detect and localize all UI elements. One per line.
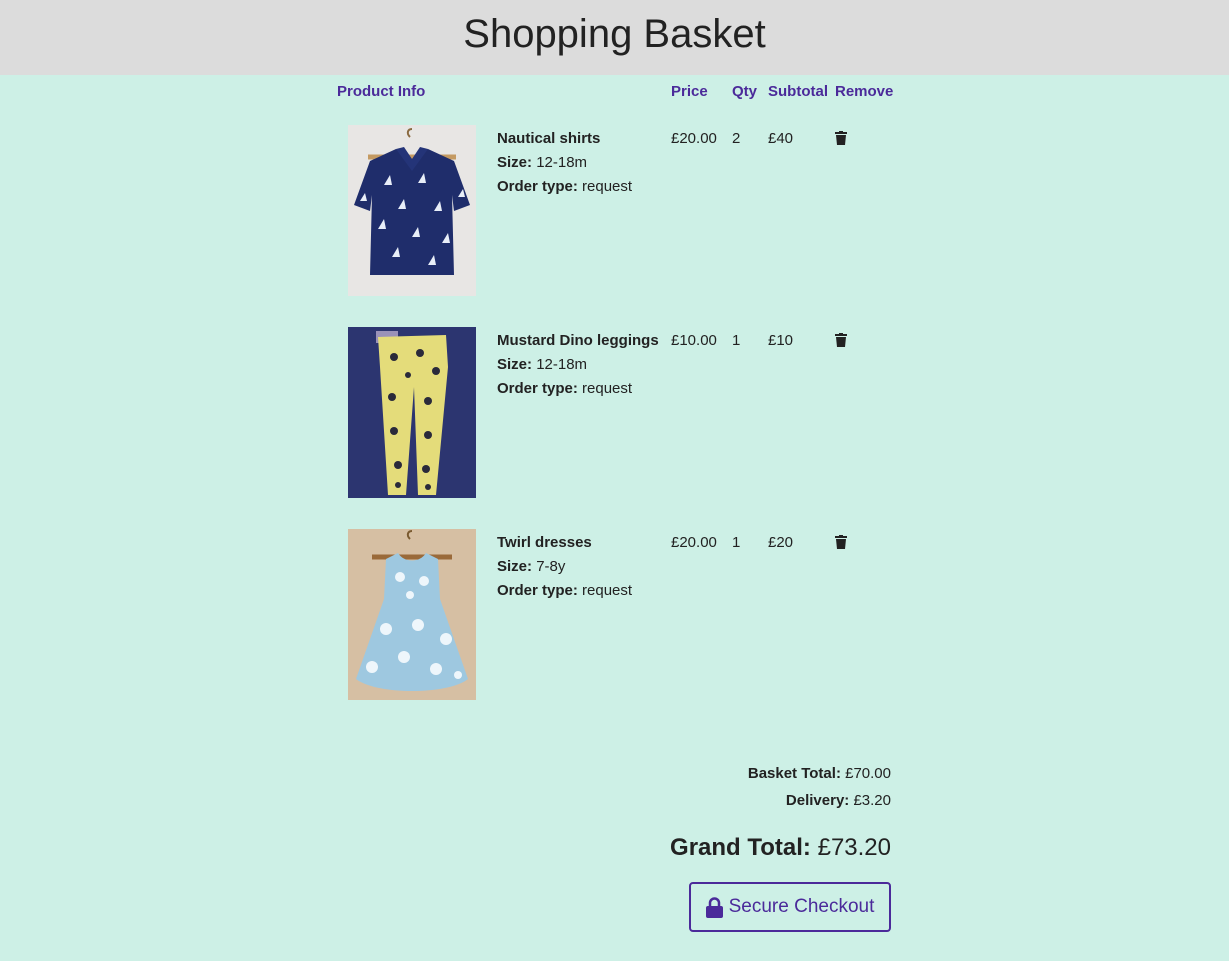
product-name[interactable]: Nautical shirts — [497, 127, 632, 151]
size-label: Size: — [497, 356, 533, 373]
order-type-label: Order type: — [497, 582, 578, 599]
product-name[interactable]: Mustard Dino leggings — [497, 329, 659, 353]
basket-row: Nautical shirts Size: 12-18m Order type:… — [348, 125, 908, 297]
delivery-label: Delivery: — [785, 792, 850, 809]
product-image[interactable] — [348, 125, 476, 296]
blue-star-twirl-dress-photo — [348, 529, 476, 700]
product-size: Size: 12-18m — [497, 151, 632, 175]
order-type-label: Order type: — [497, 178, 578, 195]
delivery-total: Delivery: £3.20 — [786, 792, 891, 809]
basket-total: Basket Total: £70.00 — [748, 765, 891, 782]
size-value: 12-18m — [536, 356, 588, 373]
product-name[interactable]: Twirl dresses — [497, 531, 632, 555]
size-value: 12-18m — [536, 154, 588, 171]
product-order-type: Order type: request — [497, 377, 659, 401]
header-remove: Remove — [835, 83, 894, 100]
header-qty: Qty — [732, 83, 758, 100]
size-label: Size: — [497, 154, 533, 171]
product-size: Size: 12-18m — [497, 353, 659, 377]
trash-icon[interactable] — [835, 535, 847, 549]
product-subtotal: £20 — [768, 534, 794, 551]
lock-icon — [705, 896, 723, 918]
product-qty: 1 — [732, 534, 741, 551]
product-order-type: Order type: request — [497, 175, 632, 199]
secure-checkout-button[interactable]: Secure Checkout — [689, 882, 891, 932]
basket-total-value: £70.00 — [845, 765, 891, 782]
navy-sailboat-shirt-photo — [348, 125, 476, 296]
product-info: Twirl dresses Size: 7-8y Order type: req… — [497, 531, 632, 603]
order-type-value: request — [582, 380, 633, 397]
mustard-dino-leggings-photo — [348, 327, 476, 498]
grand-total: Grand Total: £73.20 — [670, 834, 891, 862]
product-subtotal: £10 — [768, 332, 794, 349]
product-image[interactable] — [348, 529, 476, 700]
product-subtotal: £40 — [768, 130, 794, 147]
trash-icon[interactable] — [835, 131, 847, 145]
order-type-value: request — [582, 178, 633, 195]
basket-row: Mustard Dino leggings Size: 12-18m Order… — [348, 327, 908, 499]
header-price: Price — [671, 83, 708, 100]
grand-total-value: £73.20 — [817, 834, 891, 861]
product-info: Mustard Dino leggings Size: 12-18m Order… — [497, 329, 659, 401]
product-price: £20.00 — [671, 130, 717, 147]
product-image[interactable] — [348, 327, 476, 498]
page-header: Shopping Basket — [0, 0, 1229, 75]
size-value: 7-8y — [536, 558, 566, 575]
delivery-value: £3.20 — [853, 792, 891, 809]
product-qty: 2 — [732, 130, 741, 147]
product-size: Size: 7-8y — [497, 555, 632, 579]
page-title: Shopping Basket — [463, 12, 766, 56]
product-qty: 1 — [732, 332, 741, 349]
product-price: £10.00 — [671, 332, 717, 349]
product-price: £20.00 — [671, 534, 717, 551]
order-type-value: request — [582, 582, 633, 599]
basket-row: Twirl dresses Size: 7-8y Order type: req… — [348, 529, 908, 701]
header-product-info: Product Info — [337, 83, 426, 100]
trash-icon[interactable] — [835, 333, 847, 347]
product-order-type: Order type: request — [497, 579, 632, 603]
size-label: Size: — [497, 558, 533, 575]
order-type-label: Order type: — [497, 380, 578, 397]
grand-total-label: Grand Total: — [670, 834, 811, 861]
basket-total-label: Basket Total: — [747, 765, 841, 782]
product-info: Nautical shirts Size: 12-18m Order type:… — [497, 127, 632, 199]
checkout-label: Secure Checkout — [728, 896, 875, 917]
header-subtotal: Subtotal — [768, 83, 828, 100]
